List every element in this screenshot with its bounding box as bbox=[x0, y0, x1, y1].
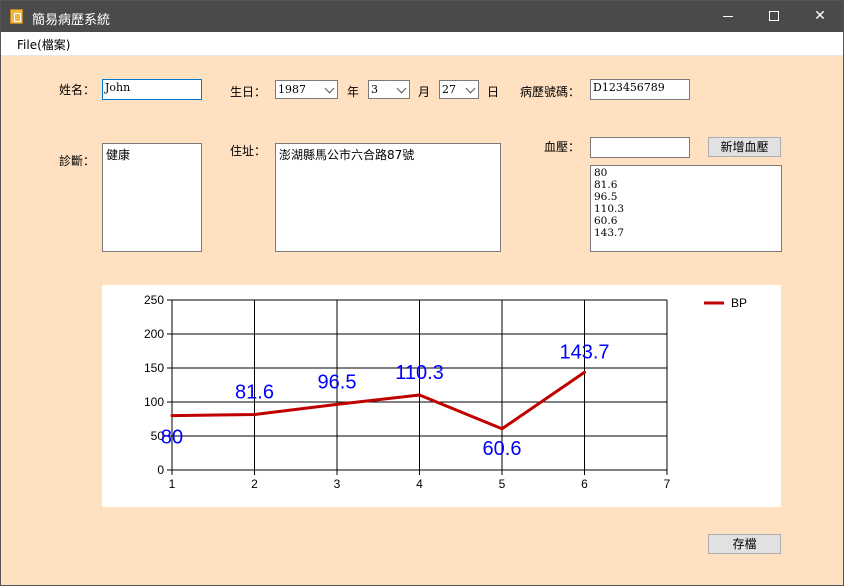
save-button[interactable]: 存檔 bbox=[708, 534, 781, 554]
birth-month-value: 3 bbox=[371, 83, 378, 96]
diagnosis-label: 診斷： bbox=[59, 154, 96, 168]
title-bar[interactable]: 簡易病歷系統 ✕ bbox=[1, 1, 843, 32]
bp-data-label: 60.6 bbox=[483, 438, 522, 460]
record-number-input[interactable]: D123456789 bbox=[590, 79, 690, 100]
bp-data-point bbox=[583, 370, 586, 374]
year-label: 年 bbox=[347, 85, 360, 99]
record-number-label: 病歷號碼： bbox=[520, 85, 581, 99]
birth-month-select[interactable]: 3 bbox=[368, 80, 410, 99]
bp-data-point bbox=[335, 402, 339, 406]
bp-data-label: 81.6 bbox=[235, 382, 274, 404]
birth-day-select[interactable]: 27 bbox=[439, 80, 479, 99]
bp-data-point bbox=[170, 414, 174, 418]
name-label: 姓名： bbox=[59, 83, 96, 97]
x-tick-label: 1 bbox=[169, 477, 176, 491]
app-window: 簡易病歷系統 ✕ File(檔案) 姓名： John 生日： 1987 年 3 … bbox=[0, 0, 844, 586]
day-label: 日 bbox=[487, 85, 500, 99]
close-icon: ✕ bbox=[814, 8, 826, 24]
month-label: 月 bbox=[418, 85, 431, 99]
x-tick-label: 7 bbox=[664, 477, 671, 491]
bp-list-item[interactable]: 81.6 bbox=[594, 179, 778, 191]
x-tick-label: 4 bbox=[416, 477, 423, 491]
window-title: 簡易病歷系統 bbox=[32, 13, 111, 28]
chevron-down-icon bbox=[396, 83, 407, 94]
bp-chart-svg: 0501001502002501 2 3 4 5 6 78081.6 96.5 110.360.… bbox=[144, 293, 747, 491]
address-textarea[interactable]: 澎湖縣馬公市六合路87號 bbox=[275, 143, 501, 252]
x-tick-label: 2 bbox=[251, 477, 258, 491]
y-tick-label: 100 bbox=[144, 395, 164, 409]
birth-year-select[interactable]: 1987 bbox=[275, 80, 338, 99]
legend-label: BP bbox=[731, 296, 747, 310]
bp-list-item[interactable]: 80 bbox=[594, 167, 778, 179]
minimize-button[interactable] bbox=[705, 1, 751, 32]
maximize-button[interactable] bbox=[751, 1, 797, 32]
bp-chart: 0 50 100 150 200 250 1 2 3 4 5 6 7 80 81.6 96.5 110.3 60.… bbox=[102, 285, 781, 507]
bp-list-item[interactable]: 143.7 bbox=[594, 227, 778, 239]
bp-data-point bbox=[253, 413, 256, 417]
address-label: 住址： bbox=[230, 144, 267, 158]
bp-data-label: 143.7 bbox=[559, 341, 609, 363]
menu-bar: File(檔案) bbox=[1, 32, 843, 56]
maximize-icon bbox=[769, 11, 779, 21]
x-tick-label: 3 bbox=[334, 477, 341, 491]
bp-list-item[interactable]: 96.5 bbox=[594, 191, 778, 203]
minimize-icon bbox=[723, 16, 733, 17]
y-tick-label: 200 bbox=[144, 327, 164, 341]
x-tick-label: 5 bbox=[499, 477, 506, 491]
birth-label: 生日： bbox=[230, 85, 267, 99]
app-icon bbox=[10, 9, 23, 24]
bp-input[interactable] bbox=[590, 137, 690, 158]
birth-year-value: 1987 bbox=[278, 83, 306, 96]
bp-data-label: 110.3 bbox=[395, 362, 444, 384]
form-area: 姓名： John 生日： 1987 年 3 月 27 日 病歷號碼： D1234… bbox=[1, 56, 843, 585]
bp-data-point bbox=[418, 393, 421, 397]
name-input[interactable]: John bbox=[102, 79, 202, 100]
chevron-down-icon bbox=[324, 83, 335, 94]
diagnosis-textarea[interactable]: 健康 bbox=[102, 143, 202, 252]
bp-label: 血壓： bbox=[544, 140, 581, 154]
bp-list-item[interactable]: 60.6 bbox=[594, 215, 778, 227]
bp-series-line bbox=[171, 371, 586, 431]
bp-data-label: 96.5 bbox=[318, 371, 357, 393]
chevron-down-icon bbox=[465, 83, 476, 94]
bp-listbox[interactable]: 80 81.6 96.5 110.3 60.6 143.7 bbox=[590, 165, 782, 252]
birth-day-value: 27 bbox=[442, 83, 456, 96]
add-bp-button[interactable]: 新增血壓 bbox=[708, 137, 781, 157]
y-tick-label: 250 bbox=[144, 293, 164, 307]
bp-data-label: 80 bbox=[161, 427, 183, 449]
y-tick-label: 0 bbox=[157, 463, 164, 477]
x-tick-label: 6 bbox=[581, 477, 588, 491]
close-button[interactable]: ✕ bbox=[797, 1, 843, 32]
bp-list-item[interactable]: 110.3 bbox=[594, 203, 778, 215]
menu-file[interactable]: File(檔案) bbox=[9, 36, 78, 53]
bp-data-point bbox=[500, 427, 504, 431]
y-tick-label: 150 bbox=[144, 361, 164, 375]
